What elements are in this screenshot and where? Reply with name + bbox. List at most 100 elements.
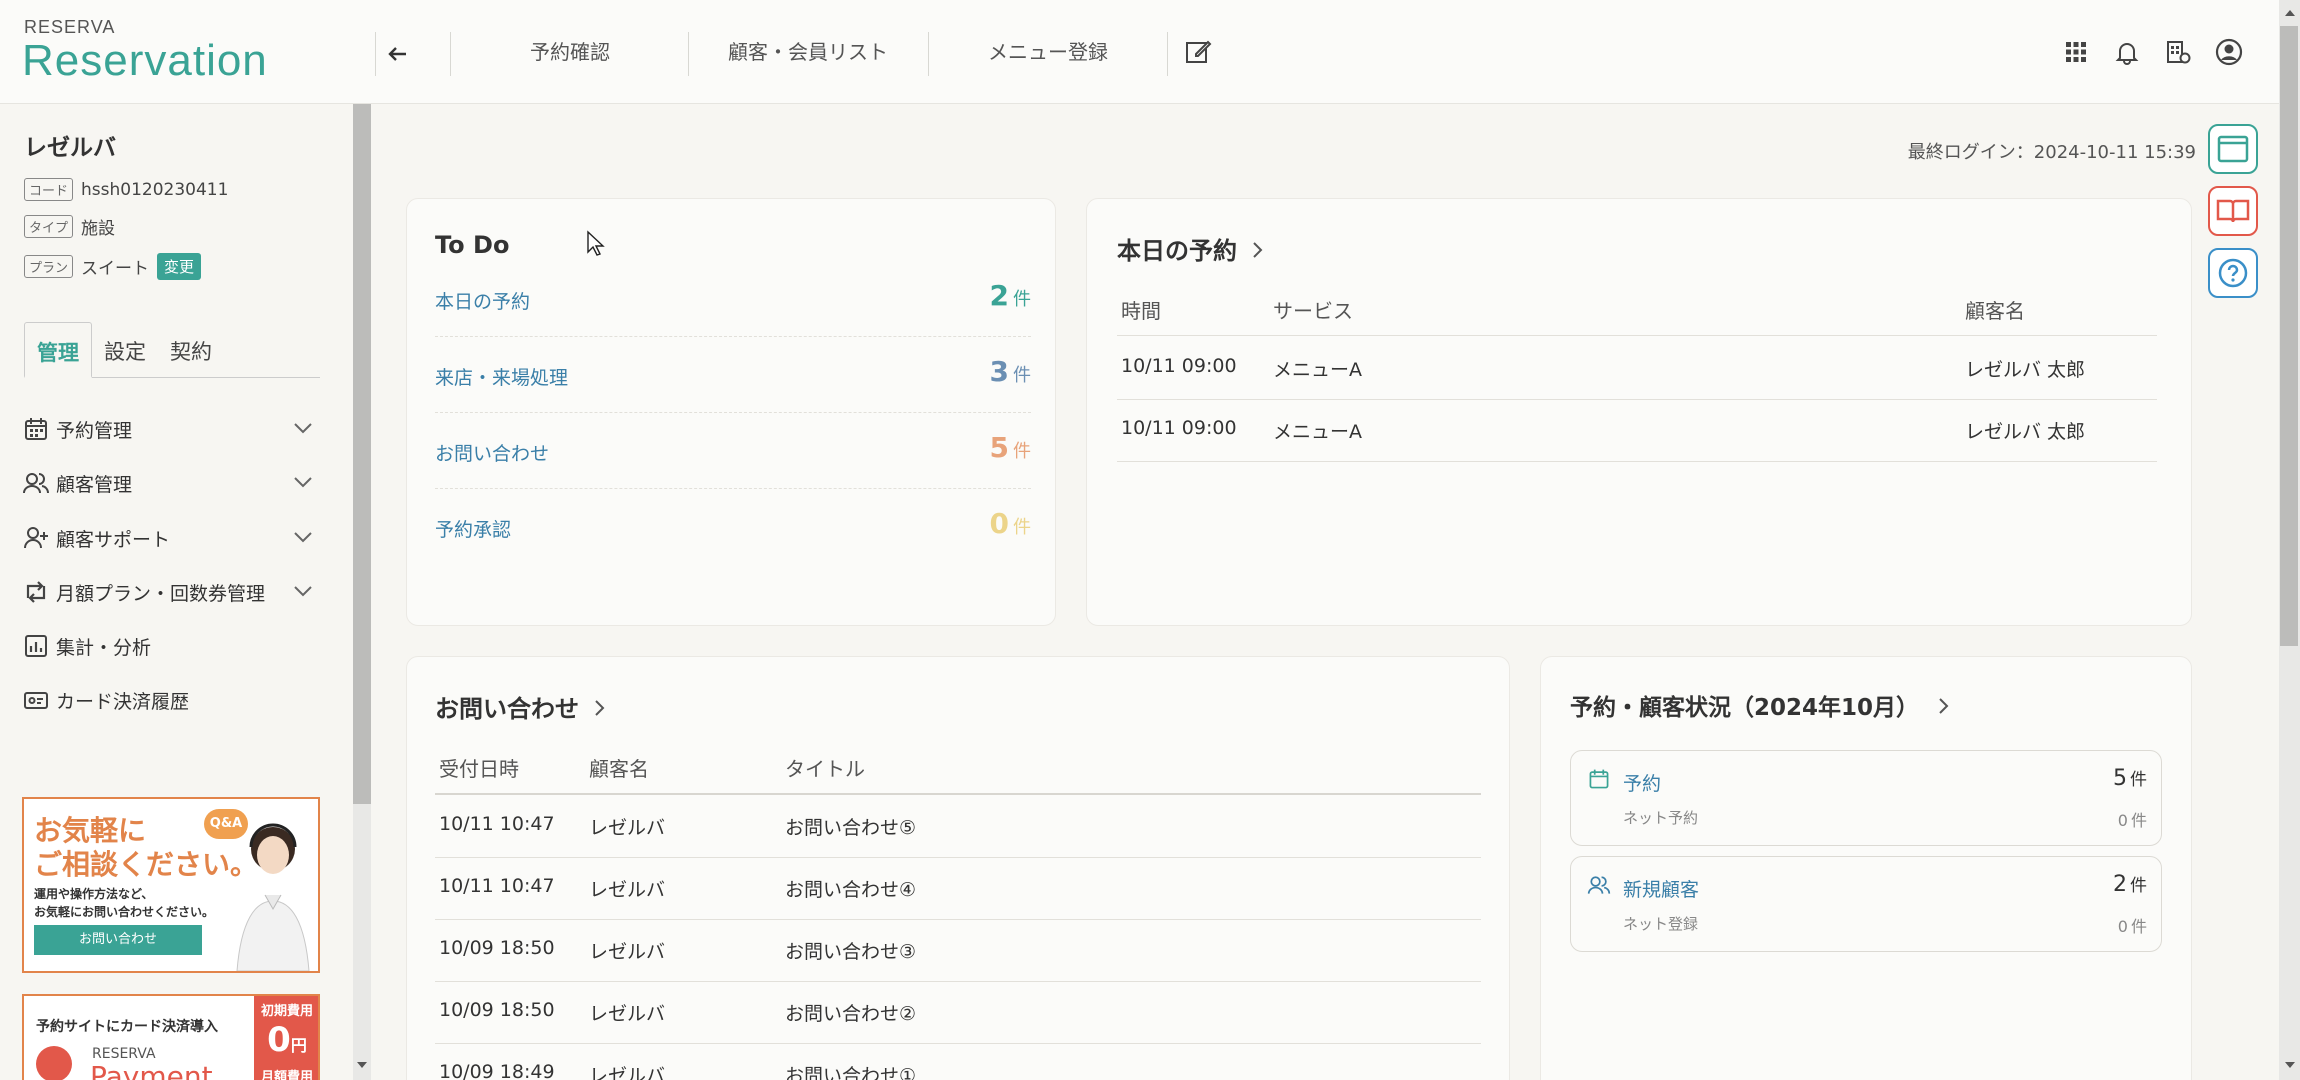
- type-tag: タイプ: [24, 215, 74, 238]
- sidebar-item-label: 集計・分析: [56, 636, 152, 659]
- manual-button[interactable]: [2208, 186, 2258, 236]
- stat-number: 2: [2113, 872, 2127, 897]
- status-title-text[interactable]: 予約・顧客状況（2024年10月）: [1570, 695, 1919, 721]
- res-customer[interactable]: レゼルバ 太郎: [1965, 417, 2085, 444]
- chevron-right-icon[interactable]: [589, 697, 611, 719]
- todo-item[interactable]: 予約承認 0件: [435, 489, 1031, 565]
- account-icon[interactable]: [2215, 38, 2243, 66]
- payment-banner-headline: 予約サイトにカード決済導入: [36, 1019, 218, 1035]
- code-value: hssh0120230411: [81, 179, 229, 200]
- edit-icon[interactable]: [1184, 38, 1212, 66]
- user-plus-icon: [24, 527, 48, 549]
- scroll-up-arrow-icon[interactable]: [2281, 4, 2299, 22]
- today-title-text[interactable]: 本日の予約: [1117, 237, 1237, 265]
- todo-item[interactable]: 来店・来場処理 3件: [435, 337, 1031, 413]
- tab-manage[interactable]: 管理: [24, 322, 92, 378]
- scroll-down-arrow-icon[interactable]: [2281, 1056, 2299, 1074]
- todo-label[interactable]: 予約承認: [435, 515, 511, 542]
- stat-unit: 件: [2130, 876, 2147, 896]
- sidebar-item-card-history[interactable]: カード決済履歴: [22, 680, 322, 720]
- todo-card: To Do 本日の予約 2件 来店・来場処理 3件 お問い合わせ 5件 予約承認…: [406, 198, 1056, 626]
- col-service: サービス: [1273, 299, 1353, 323]
- todo-item[interactable]: 本日の予約 2件: [435, 261, 1031, 337]
- change-plan-button[interactable]: 変更: [157, 253, 202, 280]
- contact-banner[interactable]: お気軽に ご相談ください。 Q&A 運用や操作方法など、 お気軽にお問い合わせく…: [22, 797, 320, 973]
- scroll-down-arrow-icon[interactable]: [353, 1056, 371, 1074]
- stat-sub-number: 0: [2117, 917, 2128, 936]
- inquiries-title[interactable]: お問い合わせ: [435, 689, 611, 724]
- status-title[interactable]: 予約・顧客状況（2024年10月）: [1570, 688, 1955, 722]
- sidebar-item-support[interactable]: 顧客サポート: [22, 518, 322, 558]
- inq-date: 10/11 10:47: [439, 875, 555, 897]
- today-title[interactable]: 本日の予約: [1117, 231, 1269, 266]
- todo-label[interactable]: お問い合わせ: [435, 439, 549, 466]
- inq-title[interactable]: お問い合わせ④: [785, 875, 916, 902]
- stat-value: 2件: [2113, 871, 2147, 897]
- reservation-stat-box[interactable]: 予約 5件 ネット予約 0件: [1570, 750, 2162, 846]
- type-value: 施設: [81, 219, 116, 239]
- tab-settings[interactable]: 設定: [92, 322, 158, 378]
- sidebar-item-label: 予約管理: [56, 419, 133, 442]
- sidebar-item-reservation[interactable]: 予約管理: [22, 409, 322, 449]
- bar-chart-icon: [25, 635, 47, 657]
- browser-window-button[interactable]: [2208, 124, 2258, 174]
- sidebar-item-plans[interactable]: 月額プラン・回数券管理: [22, 572, 322, 612]
- chevron-right-icon[interactable]: [1933, 695, 1955, 717]
- main-scroll-thumb[interactable]: [2280, 26, 2298, 646]
- chevron-down-icon: [294, 586, 312, 597]
- brand-small: RESERVA: [24, 17, 116, 37]
- brand-logo[interactable]: Reservation: [22, 36, 268, 86]
- sidebar-item-analytics[interactable]: 集計・分析: [22, 626, 322, 666]
- todo-unit: 件: [1013, 365, 1031, 386]
- inq-title[interactable]: お問い合わせ②: [785, 999, 916, 1026]
- tab-contract[interactable]: 契約: [158, 322, 224, 378]
- bell-icon[interactable]: [2113, 38, 2141, 66]
- stat-sub-number: 0: [2117, 811, 2128, 830]
- code-row: コード hssh0120230411: [24, 178, 228, 201]
- todo-count-value: 5: [989, 431, 1009, 464]
- chevron-right-icon[interactable]: [1247, 239, 1269, 261]
- sidebar-scroll-thumb[interactable]: [353, 104, 371, 804]
- todo-item[interactable]: お問い合わせ 5件: [435, 413, 1031, 489]
- sidebar-tabs: 管理 設定 契約: [24, 322, 320, 378]
- calendar-icon: [1589, 769, 1609, 789]
- sidebar-item-label: カード決済履歴: [56, 690, 190, 713]
- nav-reservation-check[interactable]: 予約確認: [450, 36, 690, 65]
- todo-label[interactable]: 本日の予約: [435, 287, 530, 314]
- todo-title: To Do: [435, 231, 510, 259]
- building-settings-icon[interactable]: [2164, 38, 2192, 66]
- collapse-sidebar-icon[interactable]: [384, 40, 412, 68]
- nav-menu-register[interactable]: メニュー登録: [928, 36, 1168, 65]
- col-customer: 顧客名: [1965, 299, 2025, 323]
- payment-banner[interactable]: 予約サイトにカード決済導入 RESERVA Payment 初期費用 0円 月額…: [22, 994, 320, 1080]
- banner-headline-2: ご相談ください。: [34, 848, 259, 881]
- inq-title[interactable]: お問い合わせ①: [785, 1061, 916, 1080]
- todo-label[interactable]: 来店・来場処理: [435, 363, 568, 390]
- new-customer-stat-box[interactable]: 新規顧客 2件 ネット登録 0件: [1570, 856, 2162, 952]
- res-time: 10/11 09:00: [1121, 417, 1237, 439]
- nav-customer-list[interactable]: 顧客・会員リスト: [688, 36, 928, 65]
- sidebar-item-label: 顧客管理: [56, 473, 133, 496]
- inq-title[interactable]: お問い合わせ⑤: [785, 813, 916, 840]
- res-customer[interactable]: レゼルバ 太郎: [1965, 355, 2085, 382]
- top-header: RESERVA Reservation 予約確認 顧客・会員リスト メニュー登録: [0, 0, 2300, 104]
- apps-grid-icon[interactable]: [2062, 38, 2090, 66]
- facility-name: レゼルバ: [24, 135, 116, 161]
- banner-contact-button[interactable]: お問い合わせ: [34, 925, 202, 955]
- operator-illustration: [236, 823, 310, 971]
- last-login: 最終ログイン：2024-10-11 15:39: [1907, 142, 2196, 163]
- repeat-icon: [26, 581, 46, 603]
- inq-title[interactable]: お問い合わせ③: [785, 937, 916, 964]
- res-time: 10/11 09:00: [1121, 355, 1237, 377]
- help-headset-icon: [2218, 258, 2248, 288]
- sidebar-item-customers[interactable]: 顧客管理: [22, 463, 322, 503]
- help-button[interactable]: [2208, 248, 2258, 298]
- inq-date: 10/09 18:49: [439, 1061, 555, 1080]
- todo-count-value: 3: [989, 355, 1009, 388]
- inq-date: 10/09 18:50: [439, 937, 555, 959]
- col-time: 時間: [1121, 299, 1161, 323]
- inquiries-title-text[interactable]: お問い合わせ: [435, 695, 579, 723]
- res-service: メニューA: [1273, 421, 1362, 443]
- stat-number: 5: [2113, 766, 2127, 791]
- stat-label: 予約: [1623, 773, 1662, 795]
